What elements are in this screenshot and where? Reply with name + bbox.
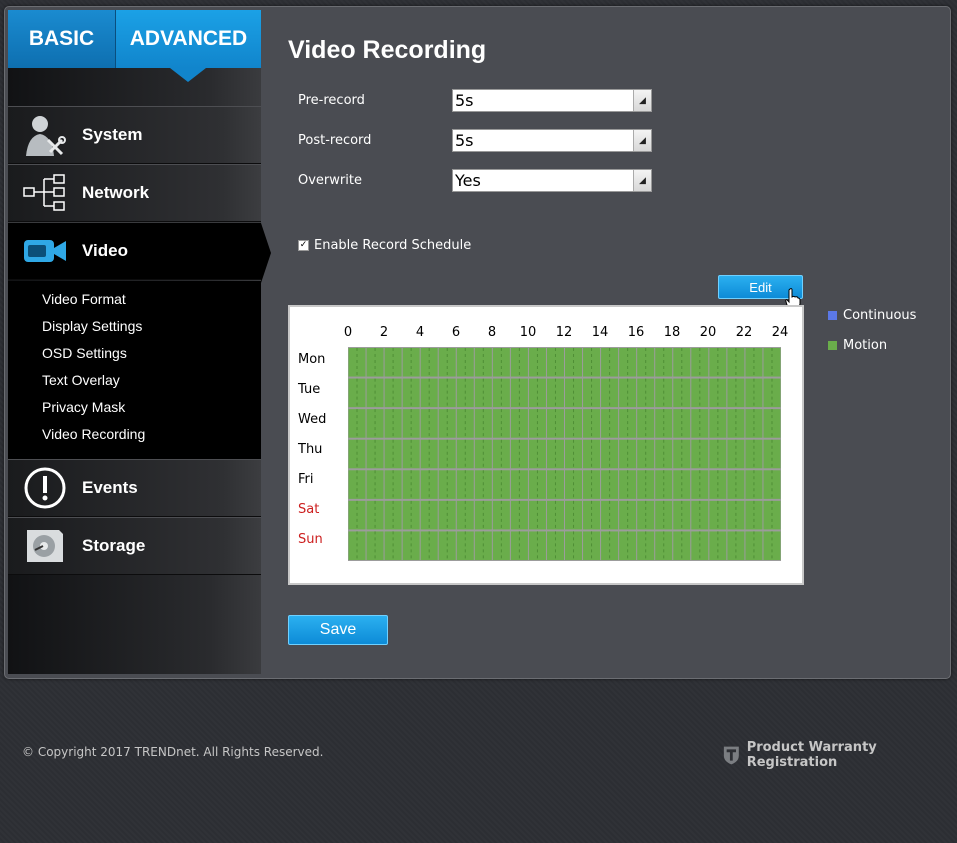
submenu-privacy-mask[interactable]: Privacy Mask [42, 397, 125, 417]
dropdown-arrow-icon[interactable]: ◢ [633, 90, 651, 111]
day-label: Mon [298, 352, 326, 367]
pre-record-value: 5s [455, 91, 474, 110]
nav-item-video[interactable]: Video [8, 222, 261, 280]
dropdown-arrow-icon[interactable]: ◢ [633, 170, 651, 191]
system-tools-icon [8, 106, 82, 164]
hour-label: 14 [591, 325, 609, 340]
day-label: Wed [298, 412, 327, 427]
save-button[interactable]: Save [288, 615, 388, 645]
hour-label: 18 [663, 325, 681, 340]
submenu-display-settings[interactable]: Display Settings [42, 316, 142, 336]
nav-label-events: Events [82, 478, 138, 497]
legend-swatch-motion [828, 341, 837, 350]
hour-label: 16 [627, 325, 645, 340]
day-label: Tue [298, 382, 321, 397]
day-label: Sat [298, 502, 320, 517]
hour-label: 12 [555, 325, 573, 340]
submenu-text-overlay[interactable]: Text Overlay [42, 370, 120, 390]
storage-disk-icon [8, 517, 82, 575]
overwrite-value: Yes [455, 171, 481, 190]
active-nav-indicator [261, 223, 271, 283]
legend-swatch-continuous [828, 311, 837, 320]
overwrite-select[interactable]: Yes ◢ [452, 169, 652, 192]
tab-advanced[interactable]: ADVANCED [116, 10, 261, 68]
day-label: Thu [298, 442, 323, 457]
nav-item-network[interactable]: Network [8, 164, 261, 222]
page-title: Video Recording [288, 36, 487, 64]
nav-label-storage: Storage [82, 536, 146, 555]
submenu-video-format[interactable]: Video Format [42, 289, 126, 309]
video-submenu: Video Format Display Settings OSD Settin… [8, 281, 261, 459]
day-label: Fri [298, 472, 314, 487]
copyright-text: © Copyright 2017 TRENDnet. All Rights Re… [22, 745, 324, 759]
enable-schedule-row: ✓ Enable Record Schedule [298, 238, 471, 253]
legend-continuous: Continuous [828, 308, 916, 323]
submenu-video-recording[interactable]: Video Recording [42, 424, 145, 444]
legend-label-continuous: Continuous [843, 308, 917, 323]
post-record-value: 5s [455, 131, 474, 150]
pre-record-label: Pre-record [298, 93, 365, 108]
post-record-label: Post-record [298, 133, 372, 148]
hour-label: 10 [519, 325, 537, 340]
submenu-osd-settings[interactable]: OSD Settings [42, 343, 127, 363]
nav-label-system: System [82, 125, 143, 144]
nav-item-storage[interactable]: Storage [8, 517, 261, 575]
schedule-grid[interactable] [348, 347, 781, 561]
nav-item-events[interactable]: Events [8, 459, 261, 517]
enable-schedule-checkbox[interactable]: ✓ [298, 240, 309, 251]
trendnet-shield-icon [723, 746, 739, 765]
nav-label-network: Network [82, 183, 150, 202]
video-camera-icon [8, 222, 82, 280]
alert-icon [8, 459, 82, 517]
enable-schedule-label: Enable Record Schedule [314, 238, 472, 253]
day-label: Sun [298, 532, 323, 547]
hour-label: 24 [771, 325, 789, 340]
pre-record-select[interactable]: 5s ◢ [452, 89, 652, 112]
network-tree-icon [8, 164, 82, 222]
active-tab-indicator [170, 68, 206, 82]
hour-label: 2 [379, 325, 389, 340]
dropdown-arrow-icon[interactable]: ◢ [633, 130, 651, 151]
nav-item-system[interactable]: System [8, 106, 261, 164]
hour-label: 0 [343, 325, 353, 340]
hour-label: 4 [415, 325, 425, 340]
warranty-label: Product Warranty Registration [746, 740, 877, 770]
hour-label: 8 [487, 325, 497, 340]
hour-label: 20 [699, 325, 717, 340]
post-record-select[interactable]: 5s ◢ [452, 129, 652, 152]
legend-motion: Motion [828, 338, 887, 353]
hour-label: 6 [451, 325, 461, 340]
schedule-box: 0 2 4 6 8 10 12 14 16 18 20 22 24 Mon Tue Wed Thu Fri Sat S… [288, 305, 804, 585]
warranty-link[interactable]: Product Warranty Registration [722, 740, 957, 770]
overwrite-label: Overwrite [298, 173, 362, 188]
legend-label-motion: Motion [843, 338, 888, 353]
nav-label-video: Video [82, 241, 128, 260]
tab-basic[interactable]: BASIC [8, 10, 116, 68]
hour-label: 22 [735, 325, 753, 340]
